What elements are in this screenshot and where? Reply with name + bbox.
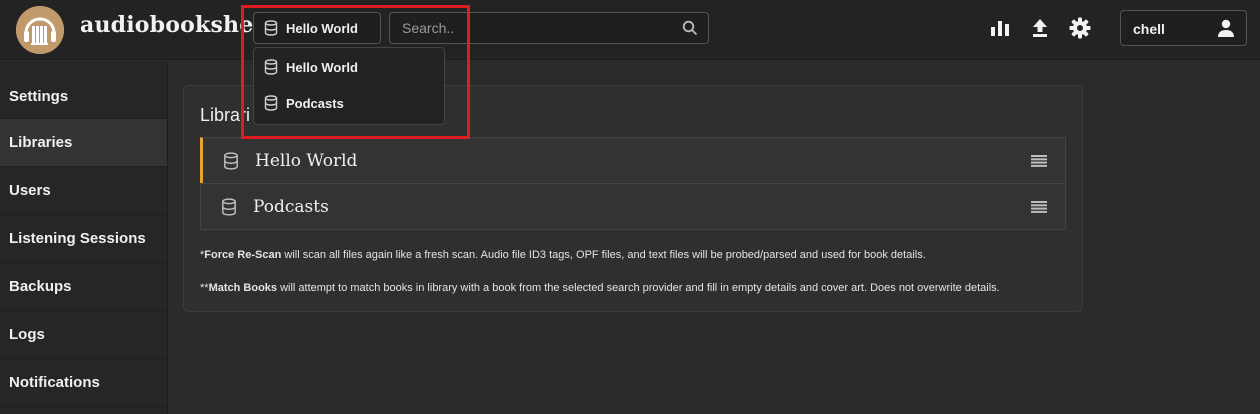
note-bold: Match Books <box>208 282 278 294</box>
force-rescan-note: *Force Re-Scan will scan all files again… <box>200 249 926 261</box>
database-icon <box>221 197 237 216</box>
database-icon <box>264 20 278 36</box>
sidebar-item-label: Settings <box>9 88 69 105</box>
upload-icon[interactable] <box>1030 18 1050 43</box>
sidebar-item-notifications[interactable]: Notifications <box>0 359 167 407</box>
note-prefix: ** <box>200 282 209 294</box>
note-text: will attempt to match books in library w… <box>277 282 1000 294</box>
library-row-podcasts[interactable]: Podcasts <box>200 183 1066 230</box>
gear-icon[interactable] <box>1069 17 1091 44</box>
search-input[interactable] <box>390 13 670 43</box>
note-bold: Force Re-Scan <box>204 249 282 261</box>
person-icon <box>1216 18 1236 43</box>
bar-chart-icon[interactable] <box>990 18 1010 43</box>
dropdown-item-label: Podcasts <box>286 95 344 111</box>
app-title: audiobookshelf <box>80 12 272 38</box>
database-icon <box>264 59 278 75</box>
dropdown-item-hello-world[interactable]: Hello World <box>254 49 444 85</box>
sidebar: Settings Libraries Users Listening Sessi… <box>0 61 168 414</box>
sidebar-item-listening-sessions[interactable]: Listening Sessions <box>0 215 167 263</box>
sidebar-item-label: Notifications <box>9 374 100 391</box>
sidebar-item-label: Backups <box>9 278 72 295</box>
note-text: will scan all files again like a fresh s… <box>281 249 926 261</box>
drag-handle-icon[interactable] <box>1031 154 1047 172</box>
match-books-note: **Match Books will attempt to match book… <box>200 282 1000 294</box>
sidebar-item-logs[interactable]: Logs <box>0 311 167 359</box>
library-dropdown-menu: Hello World Podcasts <box>253 47 445 125</box>
sidebar-item-users[interactable]: Users <box>0 167 167 215</box>
top-bar: audiobookshelf Hello World Search.. chel… <box>0 0 1260 60</box>
app-logo[interactable] <box>16 6 64 54</box>
library-row-hello-world[interactable]: Hello World <box>200 137 1066 184</box>
library-name: Podcasts <box>253 196 329 217</box>
search-box[interactable] <box>389 12 709 44</box>
sidebar-item-label: Libraries <box>9 134 73 151</box>
dropdown-item-label: Hello World <box>286 59 358 75</box>
sidebar-item-libraries[interactable]: Libraries <box>0 119 167 167</box>
user-menu-button[interactable]: chell <box>1120 10 1247 46</box>
library-select[interactable]: Hello World <box>253 12 381 44</box>
dropdown-item-podcasts[interactable]: Podcasts <box>254 85 444 121</box>
database-icon <box>264 95 278 111</box>
sidebar-item-label: Listening Sessions <box>9 230 146 247</box>
search-icon[interactable] <box>682 20 698 41</box>
drag-handle-icon[interactable] <box>1031 200 1047 218</box>
sidebar-item-label: Logs <box>9 326 45 343</box>
library-name: Hello World <box>255 150 358 171</box>
sidebar-item-backups[interactable]: Backups <box>0 263 167 311</box>
library-select-value: Hello World <box>286 20 358 36</box>
user-name: chell <box>1133 21 1165 37</box>
sidebar-item-settings[interactable]: Settings <box>0 61 167 119</box>
card-title: Librari <box>200 105 251 125</box>
sidebar-item-label: Users <box>9 182 51 199</box>
database-icon <box>223 151 239 170</box>
